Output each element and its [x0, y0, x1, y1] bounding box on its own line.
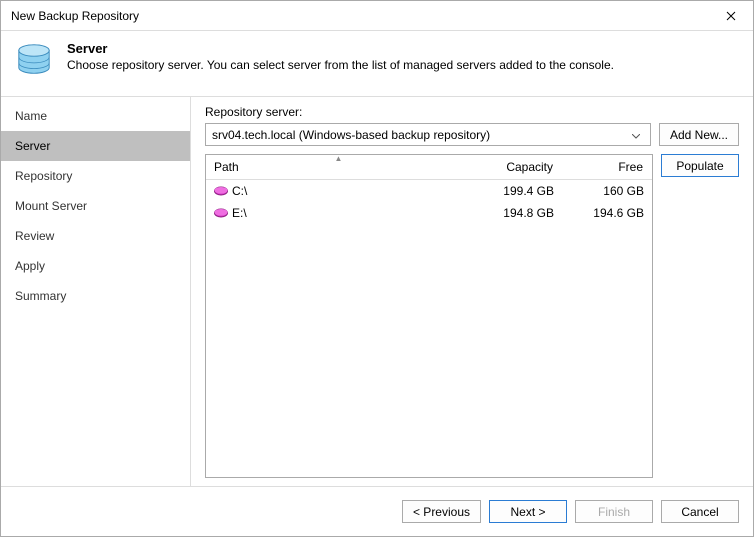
server-dropdown[interactable]: srv04.tech.local (Windows-based backup r… [205, 123, 651, 146]
cell-path: E:\ [206, 204, 472, 222]
finish-button: Finish [575, 500, 653, 523]
step-server[interactable]: Server [1, 131, 190, 161]
server-row: srv04.tech.local (Windows-based backup r… [205, 123, 739, 146]
previous-button[interactable]: < Previous [402, 500, 481, 523]
table-row[interactable]: C:\ 199.4 GB 160 GB [206, 180, 652, 202]
add-new-button[interactable]: Add New... [659, 123, 739, 146]
populate-button[interactable]: Populate [661, 154, 739, 177]
header-title: Server [67, 41, 614, 56]
wizard-header: Server Choose repository server. You can… [1, 31, 753, 96]
drives-row: Path ▲ Capacity Free C:\ 199. [205, 154, 739, 478]
wizard-body: Name Server Repository Mount Server Revi… [1, 96, 753, 486]
table-body: C:\ 199.4 GB 160 GB E:\ 194.8 GB [206, 180, 652, 477]
drive-icon [214, 186, 228, 196]
cell-capacity: 194.8 GB [472, 204, 562, 222]
main-panel: Repository server: srv04.tech.local (Win… [191, 97, 753, 486]
col-path-label: Path [214, 160, 239, 174]
cell-path-text: C:\ [232, 184, 247, 198]
titlebar: New Backup Repository [1, 1, 753, 31]
server-label: Repository server: [205, 105, 739, 119]
window-title: New Backup Repository [11, 9, 709, 23]
step-repository[interactable]: Repository [1, 161, 190, 191]
cell-path: C:\ [206, 182, 472, 200]
col-capacity[interactable]: Capacity [472, 155, 562, 179]
step-apply[interactable]: Apply [1, 251, 190, 281]
server-dropdown-value: srv04.tech.local (Windows-based backup r… [212, 128, 628, 142]
table-row[interactable]: E:\ 194.8 GB 194.6 GB [206, 202, 652, 224]
table-header: Path ▲ Capacity Free [206, 155, 652, 180]
sort-asc-icon: ▲ [335, 154, 343, 163]
col-path[interactable]: Path ▲ [206, 155, 472, 179]
cell-capacity: 199.4 GB [472, 182, 562, 200]
step-mount-server[interactable]: Mount Server [1, 191, 190, 221]
repository-icon [15, 41, 53, 82]
header-description: Choose repository server. You can select… [67, 58, 614, 72]
right-buttons: Populate [661, 154, 739, 478]
cell-free: 160 GB [562, 182, 652, 200]
step-review[interactable]: Review [1, 221, 190, 251]
next-button[interactable]: Next > [489, 500, 567, 523]
drive-icon [214, 208, 228, 218]
cell-path-text: E:\ [232, 206, 247, 220]
wizard-steps-sidebar: Name Server Repository Mount Server Revi… [1, 97, 191, 486]
close-icon [726, 11, 736, 21]
col-free[interactable]: Free [562, 155, 652, 179]
cell-free: 194.6 GB [562, 204, 652, 222]
cancel-button[interactable]: Cancel [661, 500, 739, 523]
close-button[interactable] [709, 1, 753, 30]
drives-table: Path ▲ Capacity Free C:\ 199. [205, 154, 653, 478]
step-summary[interactable]: Summary [1, 281, 190, 311]
wizard-footer: < Previous Next > Finish Cancel [1, 486, 753, 536]
chevron-down-icon [628, 128, 644, 142]
header-text: Server Choose repository server. You can… [67, 41, 614, 82]
step-name[interactable]: Name [1, 101, 190, 131]
